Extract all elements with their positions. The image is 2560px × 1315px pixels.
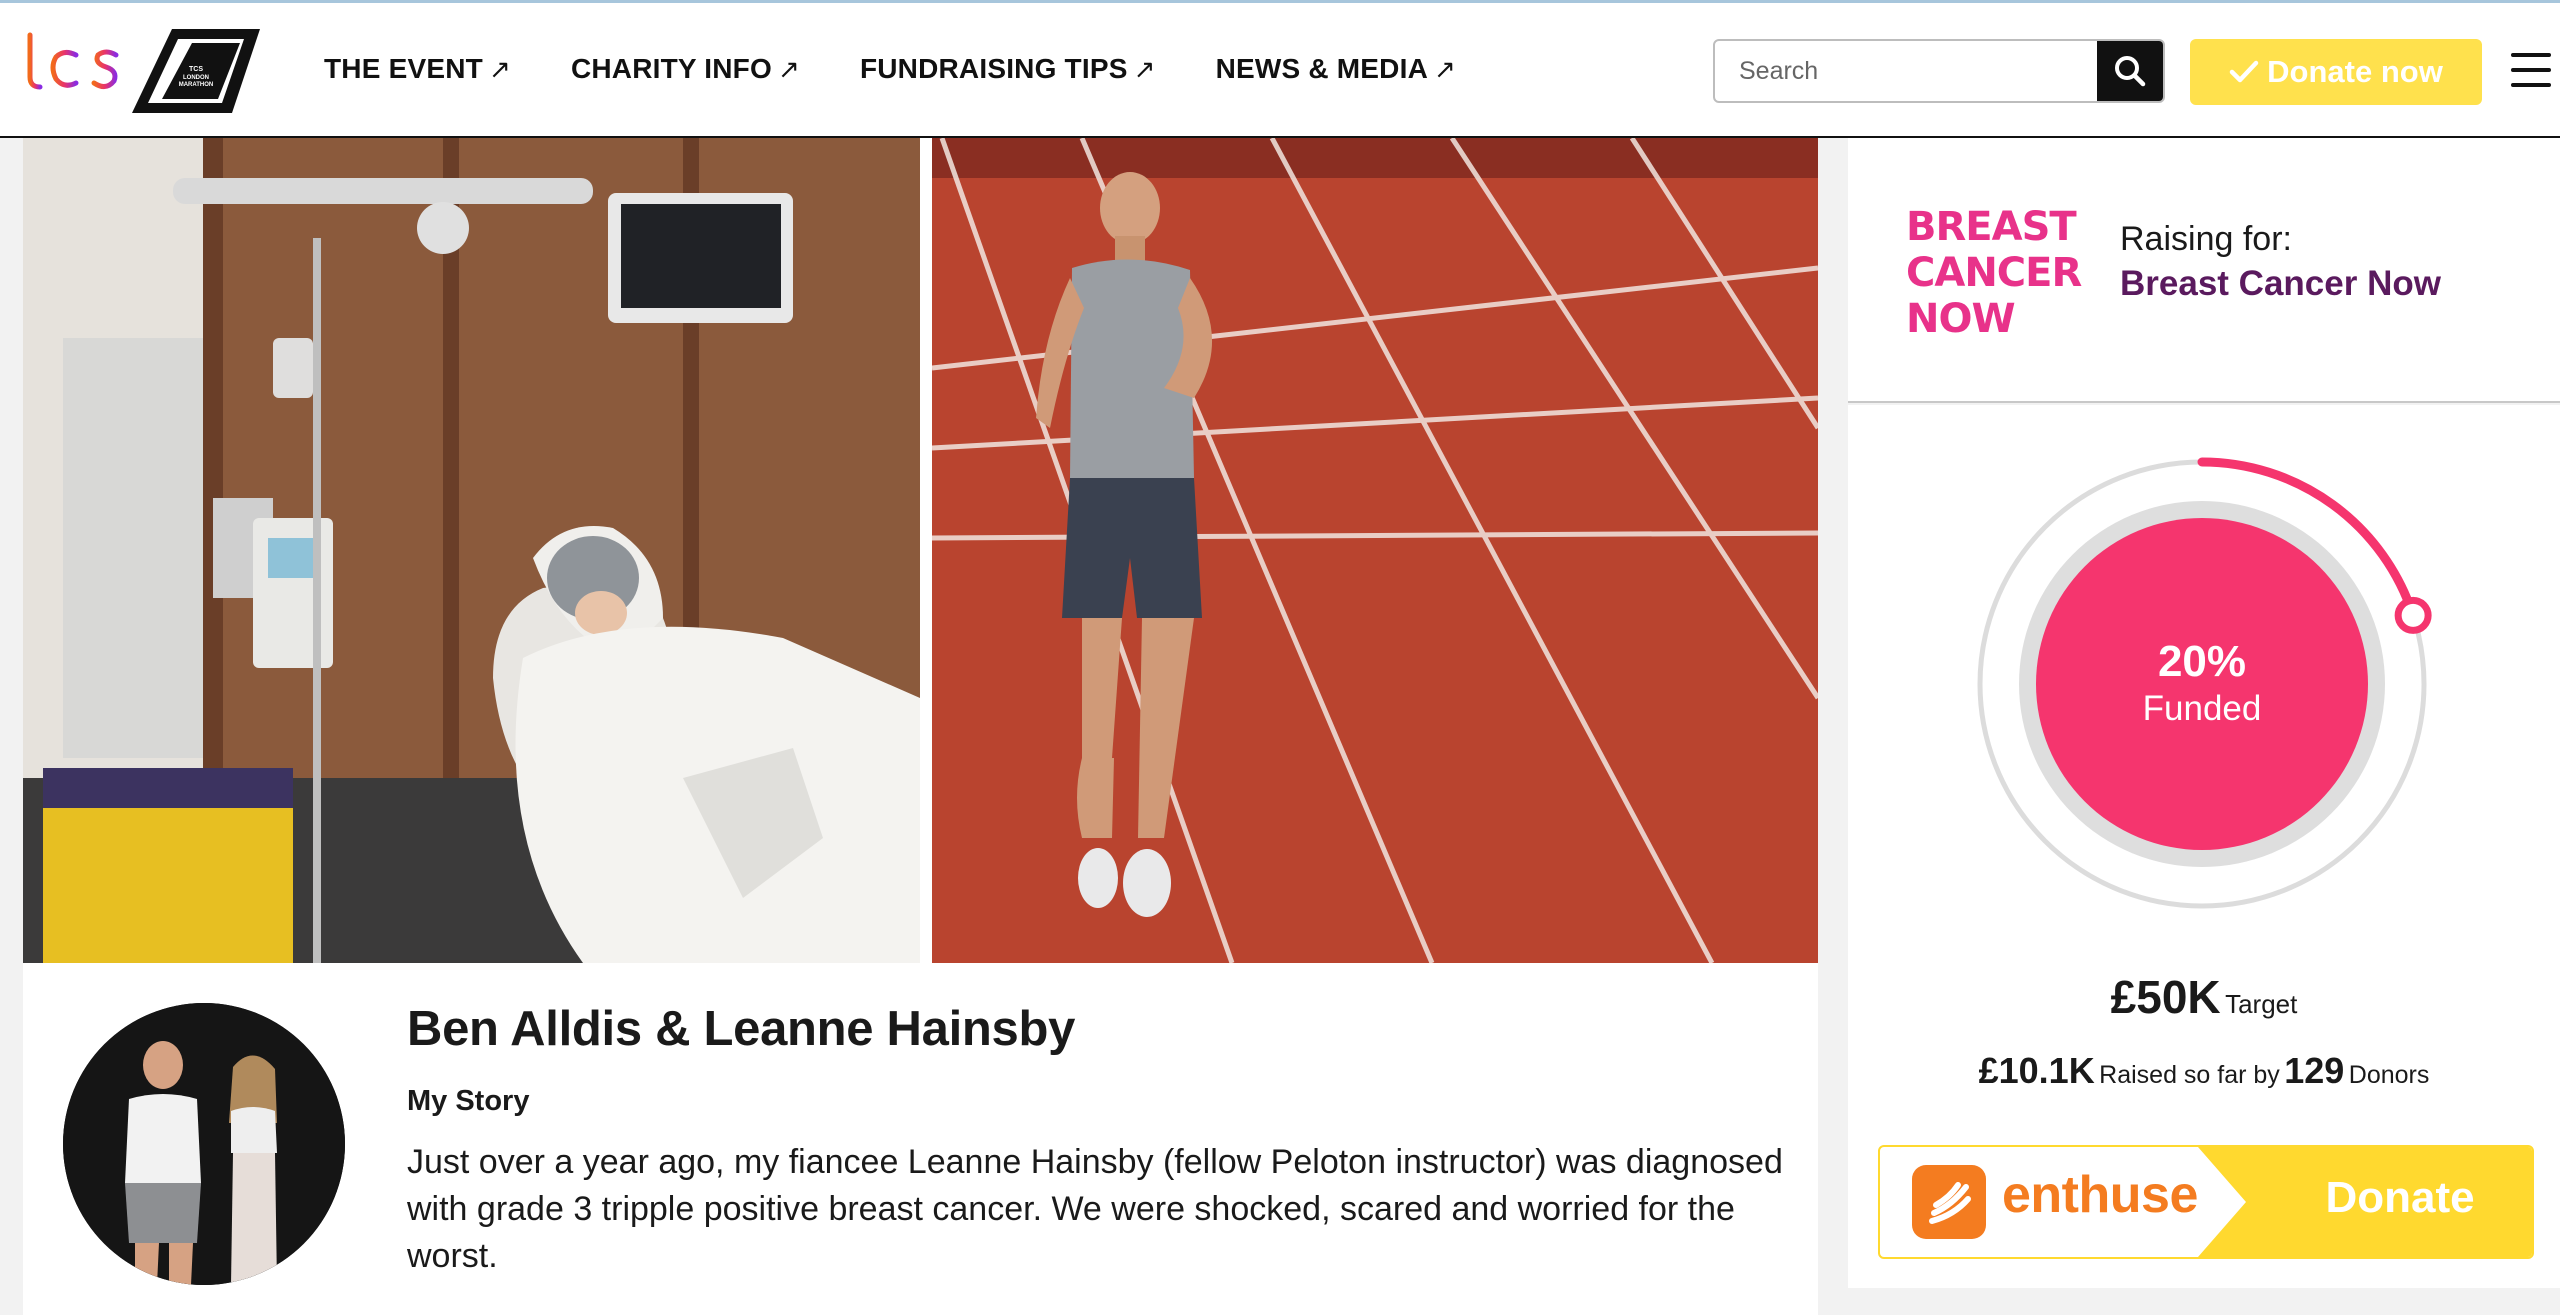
- nav-label: CHARITY INFO: [570, 53, 772, 84]
- tcs-logo[interactable]: [20, 25, 130, 105]
- external-arrow-icon: ↗: [1434, 53, 1456, 84]
- avatar[interactable]: [63, 1003, 345, 1285]
- main-nav: THE EVENT ↗ CHARITY INFO ↗ FUNDRAISING T…: [324, 53, 1456, 85]
- raised-label: Raised so far by: [2099, 1061, 2280, 1089]
- site-header: TCS LONDON MARATHON THE EVENT ↗ CHARITY …: [0, 3, 2560, 138]
- donors-label: Donors: [2348, 1061, 2430, 1089]
- nav-charity-info[interactable]: CHARITY INFO ↗: [571, 53, 800, 85]
- story-text: Just over a year ago, my fiancee Leanne …: [407, 1143, 1783, 1275]
- svg-text:CANCER: CANCER: [1906, 250, 2081, 296]
- hero-image: [23, 138, 1818, 963]
- svg-text:BREAST: BREAST: [1906, 204, 2077, 250]
- nav-label: FUNDRAISING TIPS: [859, 53, 1128, 84]
- funded-label: Funded: [2142, 689, 2262, 728]
- external-arrow-icon: ↗: [488, 53, 511, 84]
- target-amount: £50K: [2110, 971, 2221, 1023]
- gauge-text: 20% Funded: [1972, 454, 2432, 914]
- search-input[interactable]: [1715, 41, 2099, 101]
- search-button[interactable]: [2097, 41, 2163, 101]
- external-arrow-icon: ↗: [1133, 53, 1156, 84]
- enthuse-icon: [1912, 1165, 1986, 1239]
- search-icon: [2115, 56, 2146, 87]
- external-arrow-icon: ↗: [777, 53, 800, 84]
- story-heading: My Story: [407, 1085, 530, 1117]
- fundraising-sidebar: BREAST CANCER NOW Raising for: Breast Ca…: [1848, 138, 2560, 1315]
- fundraiser-main: Ben Alldis & Leanne Hainsby My Story Jus…: [23, 138, 1818, 1315]
- nav-fundraising-tips[interactable]: FUNDRAISING TIPS ↗: [860, 53, 1156, 85]
- enthuse-donate-button[interactable]: enthuse Donate: [1878, 1145, 2534, 1259]
- checkmark-icon: [2229, 60, 2259, 83]
- charity-name-link[interactable]: Breast Cancer Now: [2120, 264, 2441, 304]
- menu-icon[interactable]: [2511, 53, 2551, 89]
- svg-text:TCS: TCS: [189, 66, 203, 73]
- raised-line: £10.1K Raised so far by 129 Donors: [1848, 1050, 2560, 1092]
- donate-label: Donate: [2325, 1173, 2475, 1222]
- search-box: [1713, 39, 2165, 103]
- nav-label: THE EVENT: [324, 53, 483, 84]
- raising-for-label: Raising for:: [2120, 220, 2292, 258]
- hospital-photo: [23, 138, 920, 963]
- london-marathon-logo[interactable]: TCS LONDON MARATHON: [132, 29, 260, 113]
- stats-card: 20% Funded £50K Target £10.1K Raised so …: [1848, 405, 2560, 1288]
- nav-label: NEWS & MEDIA: [1215, 53, 1428, 84]
- donate-now-button[interactable]: Donate now: [2190, 39, 2482, 105]
- target-label: Target: [2225, 989, 2298, 1019]
- fundraiser-profile: Ben Alldis & Leanne Hainsby My Story Jus…: [23, 963, 1818, 1315]
- charity-card: BREAST CANCER NOW Raising for: Breast Ca…: [1848, 138, 2560, 403]
- enthuse-brand: enthuse: [2002, 1166, 2198, 1224]
- fundraiser-name: Ben Alldis & Leanne Hainsby: [407, 1002, 1076, 1056]
- svg-text:LONDON: LONDON: [183, 75, 209, 81]
- breast-cancer-now-logo[interactable]: BREAST CANCER NOW: [1906, 198, 2086, 338]
- donors-count: 129: [2284, 1050, 2345, 1091]
- nav-the-event[interactable]: THE EVENT ↗: [324, 53, 511, 85]
- donate-now-label: Donate now: [2267, 54, 2443, 89]
- percent-funded: 20%: [2157, 637, 2247, 686]
- svg-text:MARATHON: MARATHON: [179, 82, 214, 88]
- runner-photo: [932, 138, 1818, 963]
- target-line: £50K Target: [1848, 970, 2560, 1024]
- svg-text:NOW: NOW: [1906, 296, 2015, 338]
- raised-amount: £10.1K: [1978, 1050, 2095, 1091]
- nav-news-media[interactable]: NEWS & MEDIA ↗: [1216, 53, 1456, 85]
